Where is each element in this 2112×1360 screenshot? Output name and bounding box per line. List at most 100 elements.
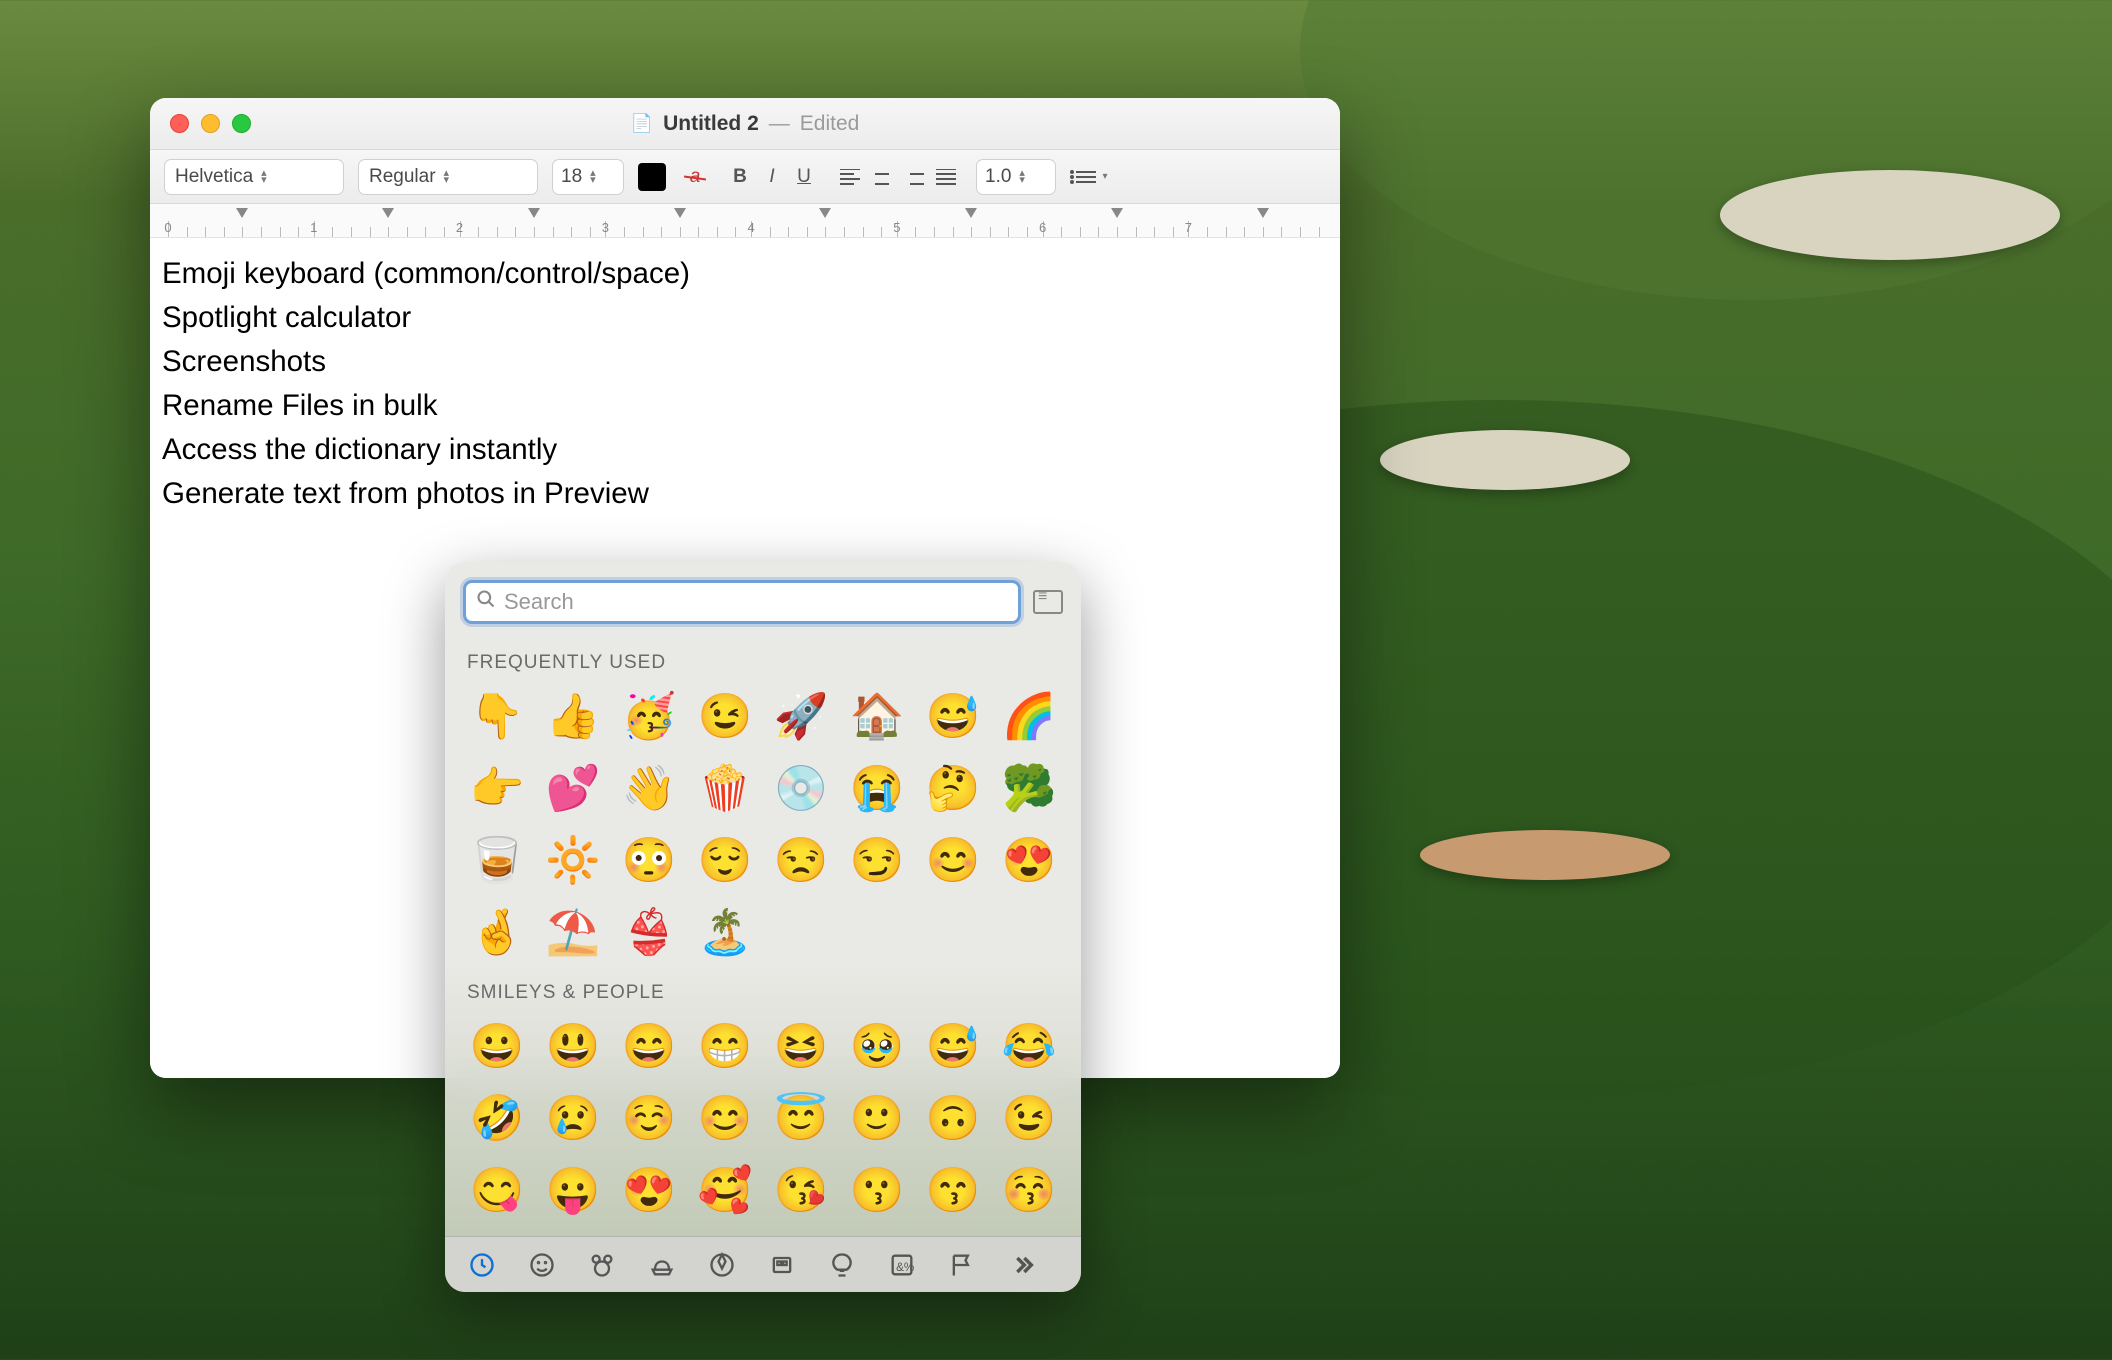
emoji-cell[interactable]: 💿 [767, 756, 835, 820]
emoji-cell[interactable]: 😚 [995, 1158, 1063, 1222]
tab-objects[interactable] [815, 1245, 869, 1285]
tab-flags[interactable] [935, 1245, 989, 1285]
search-icon [476, 589, 496, 615]
emoji-cell[interactable]: 😙 [919, 1158, 987, 1222]
emoji-cell[interactable]: 👙 [615, 900, 683, 964]
emoji-cell[interactable]: 👋 [615, 756, 683, 820]
tab-recent[interactable] [455, 1245, 509, 1285]
emoji-cell[interactable]: 🌈 [995, 684, 1063, 748]
emoji-cell[interactable]: 😢 [539, 1086, 607, 1150]
emoji-cell[interactable]: 🚀 [767, 684, 835, 748]
emoji-cell[interactable]: 😋 [463, 1158, 531, 1222]
align-left-button[interactable] [834, 159, 866, 195]
smileys-heading: SMILEYS & PEOPLE [467, 982, 1063, 1004]
emoji-cell[interactable]: 😊 [919, 828, 987, 892]
bold-button[interactable]: B [724, 159, 756, 195]
tab-food[interactable] [635, 1245, 689, 1285]
emoji-cell[interactable]: 🙃 [919, 1086, 987, 1150]
emoji-cell[interactable]: 👇 [463, 684, 531, 748]
emoji-cell[interactable]: 😒 [767, 828, 835, 892]
emoji-cell[interactable]: 🤣 [463, 1086, 531, 1150]
emoji-cell[interactable]: 😉 [995, 1086, 1063, 1150]
emoji-cell[interactable]: 🔆 [539, 828, 607, 892]
emoji-cell[interactable]: 😌 [691, 828, 759, 892]
document-line[interactable]: Emoji keyboard (common/control/space) [162, 252, 1328, 296]
emoji-cell[interactable]: 🏠 [843, 684, 911, 748]
titlebar[interactable]: 📄 Untitled 2 — Edited [150, 98, 1340, 150]
document-line[interactable]: Generate text from photos in Preview [162, 472, 1328, 516]
emoji-search-box[interactable] [463, 580, 1021, 624]
document-icon: 📄 [631, 113, 653, 134]
emoji-cell[interactable]: 😍 [615, 1158, 683, 1222]
emoji-cell[interactable]: 😁 [691, 1014, 759, 1078]
font-style-select[interactable]: Regular ▴▾ [358, 159, 538, 195]
emoji-cell[interactable]: ☺️ [615, 1086, 683, 1150]
background-pond [1720, 170, 2060, 260]
emoji-cell[interactable]: 🤔 [919, 756, 987, 820]
emoji-search-input[interactable] [504, 589, 1008, 615]
close-button[interactable] [170, 114, 189, 133]
emoji-cell[interactable]: 🙂 [843, 1086, 911, 1150]
emoji-cell[interactable]: 👍 [539, 684, 607, 748]
emoji-cell[interactable]: 🥃 [463, 828, 531, 892]
tab-travel[interactable] [755, 1245, 809, 1285]
document-line[interactable]: Access the dictionary instantly [162, 428, 1328, 472]
frequently-used-grid: 👇👍🥳😉🚀🏠😅🌈 👉💕👋🍿💿😭🤔🥦 🥃🔆😳😌😒😏😊😍 🤞⛱️👙🏝️ [463, 684, 1063, 964]
italic-button[interactable]: I [756, 159, 788, 195]
tab-more[interactable] [995, 1245, 1049, 1285]
emoji-cell[interactable]: 😛 [539, 1158, 607, 1222]
align-right-button[interactable] [898, 159, 930, 195]
emoji-cell[interactable]: 🥰 [691, 1158, 759, 1222]
emoji-cell[interactable]: 👉 [463, 756, 531, 820]
tab-activity[interactable] [695, 1245, 749, 1285]
emoji-cell[interactable]: ⛱️ [539, 900, 607, 964]
emoji-cell[interactable]: 🍿 [691, 756, 759, 820]
emoji-cell[interactable]: 😘 [767, 1158, 835, 1222]
font-family-select[interactable]: Helvetica ▴▾ [164, 159, 344, 195]
emoji-cell[interactable]: 😅 [919, 1014, 987, 1078]
emoji-cell[interactable]: 🥳 [615, 684, 683, 748]
emoji-scroll-area[interactable]: FREQUENTLY USED 👇👍🥳😉🚀🏠😅🌈👉💕👋🍿💿😭🤔🥦🥃🔆😳😌😒😏😊😍… [445, 634, 1081, 1236]
tab-smileys[interactable] [515, 1245, 569, 1285]
tab-animals[interactable] [575, 1245, 629, 1285]
emoji-cell[interactable]: 😉 [691, 684, 759, 748]
emoji-cell[interactable]: 😂 [995, 1014, 1063, 1078]
emoji-cell[interactable]: 😍 [995, 828, 1063, 892]
emoji-search-row [445, 562, 1081, 634]
highlight-color-button[interactable]: a [680, 163, 710, 191]
emoji-cell[interactable]: 💕 [539, 756, 607, 820]
emoji-cell[interactable]: 😳 [615, 828, 683, 892]
document-line[interactable]: Spotlight calculator [162, 296, 1328, 340]
minimize-button[interactable] [201, 114, 220, 133]
emoji-cell[interactable]: 😗 [843, 1158, 911, 1222]
align-justify-button[interactable] [930, 159, 962, 195]
fullscreen-button[interactable] [232, 114, 251, 133]
emoji-cell[interactable]: 😏 [843, 828, 911, 892]
list-style-button[interactable]: ▾ [1070, 159, 1114, 195]
emoji-cell[interactable]: 😄 [615, 1014, 683, 1078]
document-line[interactable]: Screenshots [162, 340, 1328, 384]
tab-symbols[interactable]: &% [875, 1245, 929, 1285]
emoji-cell[interactable]: 😅 [919, 684, 987, 748]
emoji-cell[interactable]: 😇 [767, 1086, 835, 1150]
emoji-cell[interactable]: 🥦 [995, 756, 1063, 820]
underline-button[interactable]: U [788, 159, 820, 195]
ruler[interactable]: 01234567 [150, 204, 1340, 238]
emoji-cell[interactable]: 😊 [691, 1086, 759, 1150]
font-size-select[interactable]: 18 ▴▾ [552, 159, 624, 195]
emoji-cell[interactable]: 😀 [463, 1014, 531, 1078]
align-center-button[interactable] [866, 159, 898, 195]
emoji-cell[interactable]: 😃 [539, 1014, 607, 1078]
emoji-cell[interactable]: 😭 [843, 756, 911, 820]
document-line[interactable]: Rename Files in bulk [162, 384, 1328, 428]
document-name: Untitled 2 [663, 112, 759, 136]
emoji-cell[interactable]: 🏝️ [691, 900, 759, 964]
emoji-cell[interactable]: 🥹 [843, 1014, 911, 1078]
emoji-cell[interactable]: 🤞 [463, 900, 531, 964]
chevron-updown-icon: ▴▾ [444, 170, 450, 184]
expand-picker-button[interactable] [1033, 590, 1063, 614]
frequently-used-heading: FREQUENTLY USED [467, 652, 1063, 674]
line-spacing-select[interactable]: 1.0 ▴▾ [976, 159, 1056, 195]
text-color-swatch[interactable] [638, 163, 666, 191]
emoji-cell[interactable]: 😆 [767, 1014, 835, 1078]
